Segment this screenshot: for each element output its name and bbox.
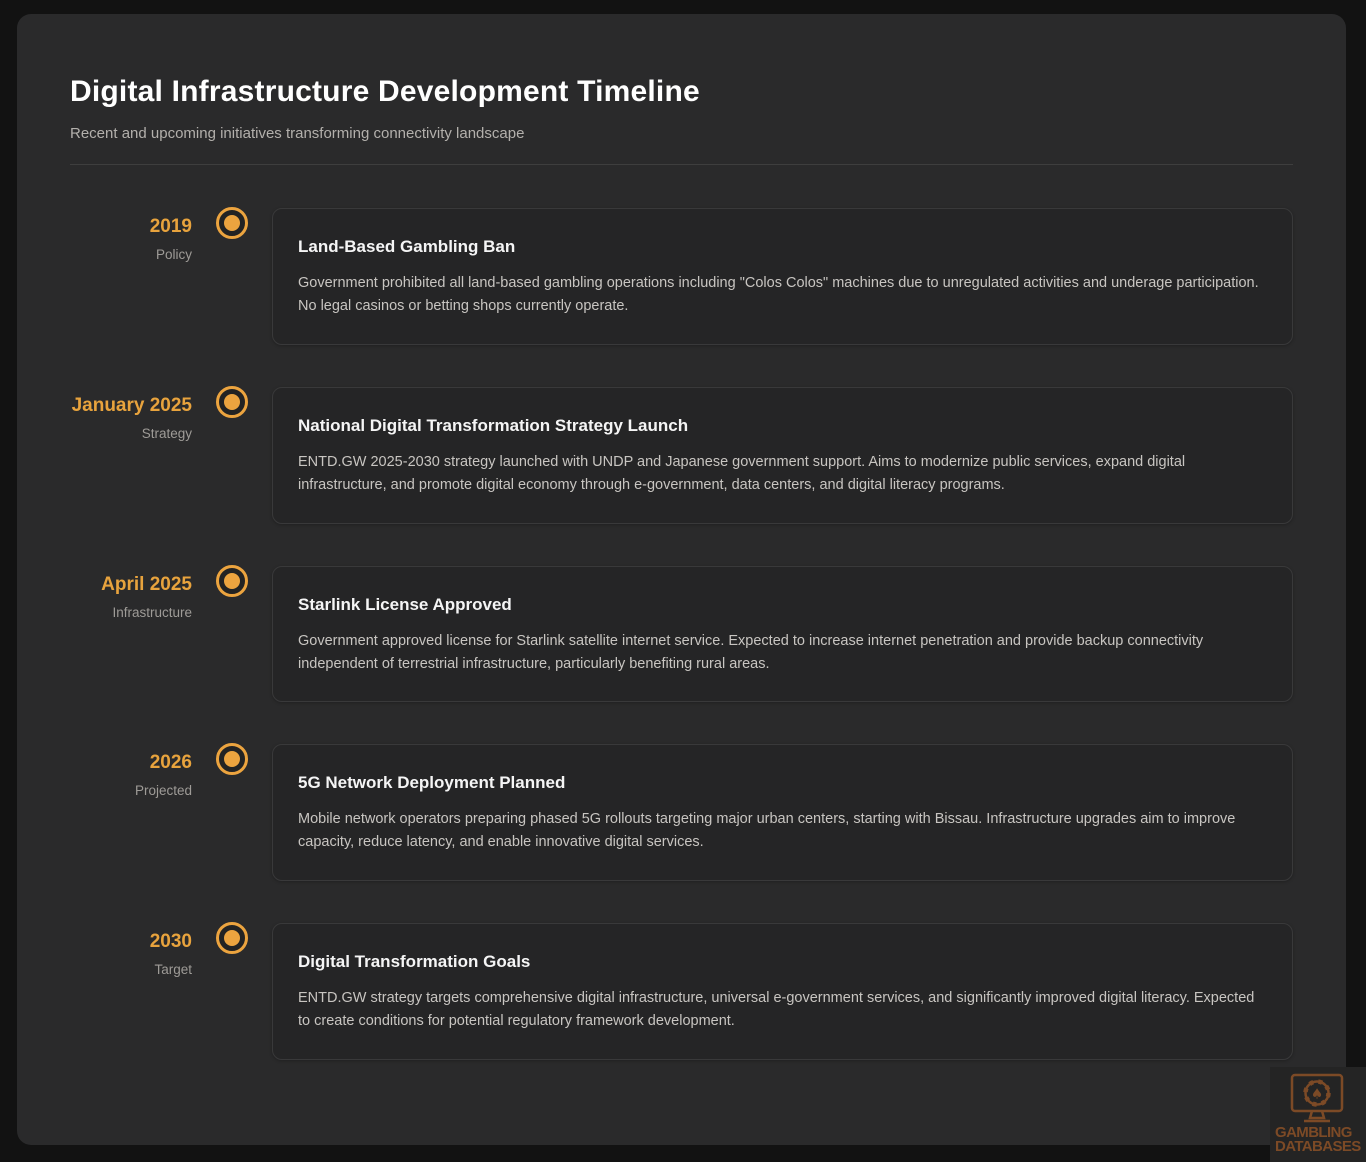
timeline-dot-icon [216, 386, 248, 418]
event-card: Land-Based Gambling Ban Government prohi… [272, 208, 1293, 345]
event-card: Starlink License Approved Government app… [272, 566, 1293, 703]
event-description: ENTD.GW strategy targets comprehensive d… [298, 987, 1266, 1033]
event-card: 5G Network Deployment Planned Mobile net… [272, 744, 1293, 881]
timeline-dot-core [224, 215, 240, 231]
page-subtitle: Recent and upcoming initiatives transfor… [70, 125, 1293, 142]
timeline-dot-icon [216, 565, 248, 597]
event-description: Government prohibited all land-based gam… [298, 272, 1266, 318]
event-title: Starlink License Approved [298, 595, 1266, 615]
event-title: Digital Transformation Goals [298, 952, 1266, 972]
event-category: Infrastructure [70, 605, 192, 620]
timeline-marker-column [192, 208, 272, 345]
timeline-dot-icon [216, 743, 248, 775]
event-date: April 2025 [70, 574, 192, 596]
gambling-databases-watermark: ♠ GAMBLING DATABASES [1270, 1067, 1366, 1162]
event-card: National Digital Transformation Strategy… [272, 387, 1293, 524]
timeline-marker-column [192, 387, 272, 524]
timeline-row: April 2025 Infrastructure Starlink Licen… [70, 566, 1293, 703]
event-description: Mobile network operators preparing phase… [298, 808, 1266, 854]
header-divider [70, 164, 1293, 165]
event-date: 2019 [70, 216, 192, 238]
event-category: Strategy [70, 426, 192, 441]
event-title: National Digital Transformation Strategy… [298, 416, 1266, 436]
event-date: 2026 [70, 752, 192, 774]
panel-content: Digital Infrastructure Development Timel… [17, 14, 1346, 1060]
timeline-dot-icon [216, 207, 248, 239]
timeline-marker-column [192, 923, 272, 1060]
event-description: Government approved license for Starlink… [298, 630, 1266, 676]
monitor-casino-chip-icon: ♠ [1287, 1073, 1347, 1125]
svg-text:♠: ♠ [1311, 1087, 1324, 1103]
timeline-row: 2019 Policy Land-Based Gambling Ban Gove… [70, 208, 1293, 345]
watermark-line-2: DATABASES [1275, 1140, 1361, 1154]
page-title: Digital Infrastructure Development Timel… [70, 75, 1293, 109]
timeline-label-column: 2019 Policy [70, 208, 192, 345]
event-card: Digital Transformation Goals ENTD.GW str… [272, 923, 1293, 1060]
timeline-marker-column [192, 566, 272, 703]
event-description: ENTD.GW 2025-2030 strategy launched with… [298, 451, 1266, 497]
event-category: Policy [70, 247, 192, 262]
timeline-label-column: April 2025 Infrastructure [70, 566, 192, 703]
event-title: Land-Based Gambling Ban [298, 237, 1266, 257]
timeline-label-column: 2026 Projected [70, 744, 192, 881]
timeline-dot-core [224, 751, 240, 767]
timeline-dot-core [224, 394, 240, 410]
timeline-label-column: 2030 Target [70, 923, 192, 1060]
timeline-panel: Digital Infrastructure Development Timel… [17, 14, 1346, 1145]
timeline-dot-core [224, 930, 240, 946]
event-title: 5G Network Deployment Planned [298, 773, 1266, 793]
timeline-row: 2026 Projected 5G Network Deployment Pla… [70, 744, 1293, 881]
event-date: January 2025 [70, 395, 192, 417]
timeline-dot-core [224, 573, 240, 589]
timeline-marker-column [192, 744, 272, 881]
event-category: Target [70, 962, 192, 977]
event-date: 2030 [70, 931, 192, 953]
timeline-row: 2030 Target Digital Transformation Goals… [70, 923, 1293, 1060]
timeline-row: January 2025 Strategy National Digital T… [70, 387, 1293, 524]
timeline-label-column: January 2025 Strategy [70, 387, 192, 524]
timeline-dot-icon [216, 922, 248, 954]
event-category: Projected [70, 783, 192, 798]
timeline-list: 2019 Policy Land-Based Gambling Ban Gove… [70, 208, 1293, 1060]
